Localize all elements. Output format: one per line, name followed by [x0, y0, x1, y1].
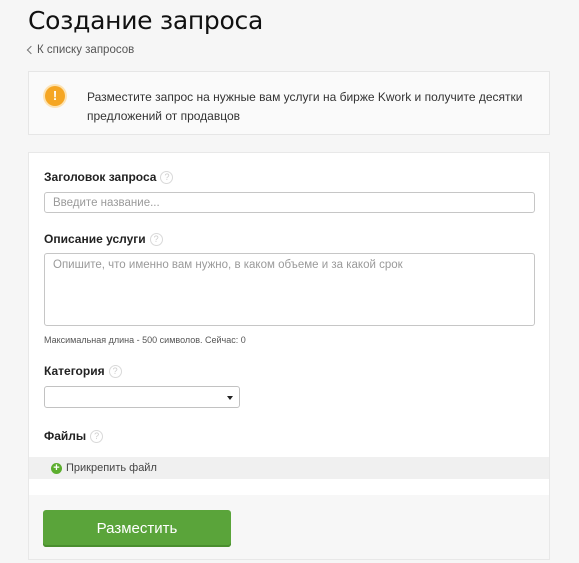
chevron-left-icon	[26, 45, 36, 55]
help-icon[interactable]: ?	[90, 429, 104, 443]
attach-file-button[interactable]: + Прикрепить файл	[29, 457, 549, 479]
files-label: Файлы	[44, 429, 87, 443]
length-hint: Максимальная длина - 500 символов. Сейча…	[44, 335, 246, 345]
category-label: Категория	[44, 364, 105, 378]
info-notice: ! Разместите запрос на нужные вам услуги…	[28, 71, 550, 135]
help-icon[interactable]: ?	[108, 364, 122, 378]
title-label-row: Заголовок запроса ?	[44, 170, 174, 184]
caret-down-icon	[227, 396, 233, 400]
description-textarea[interactable]	[44, 253, 535, 326]
title-input[interactable]	[44, 192, 535, 213]
info-icon: !	[45, 86, 65, 106]
submit-area: Разместить	[29, 495, 549, 559]
submit-button[interactable]: Разместить	[43, 510, 231, 547]
back-to-requests-link[interactable]: К списку запросов	[26, 44, 135, 56]
help-icon[interactable]: ?	[160, 170, 174, 184]
attach-file-label: Прикрепить файл	[66, 462, 157, 474]
category-select[interactable]	[44, 386, 240, 408]
page-title: Создание запроса	[28, 6, 263, 35]
category-label-row: Категория ?	[44, 364, 122, 378]
help-icon[interactable]: ?	[149, 232, 163, 246]
plus-icon: +	[51, 462, 62, 474]
title-label: Заголовок запроса	[44, 170, 157, 184]
description-label: Описание услуги	[44, 232, 146, 246]
files-label-row: Файлы ?	[44, 429, 104, 443]
notice-text: Разместите запрос на нужные вам услуги н…	[87, 90, 523, 123]
back-link-label: К списку запросов	[37, 44, 135, 56]
request-form: Заголовок запроса ? Описание услуги ? Ма…	[28, 152, 550, 560]
description-label-row: Описание услуги ?	[44, 232, 163, 246]
